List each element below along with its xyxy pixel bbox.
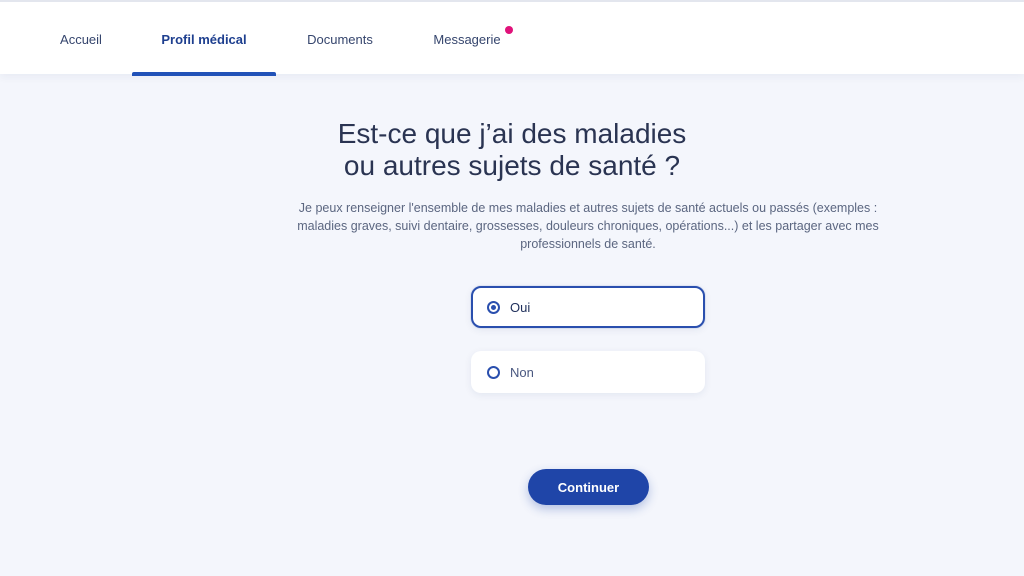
tab-profil-medical-label: Profil médical [161,31,247,47]
option-oui-label: Oui [510,299,531,315]
page-title: Est-ce que j’ai des maladies ou autres s… [312,118,712,182]
option-non[interactable]: Non [471,351,705,393]
tab-profil-medical[interactable]: Profil médical [132,2,276,76]
notification-dot-icon [505,26,513,34]
tab-messagerie[interactable]: Messagerie [420,2,514,76]
top-navigation: Accueil Profil médical Documents Message… [0,0,1024,76]
tab-accueil[interactable]: Accueil [40,2,122,76]
option-non-label: Non [510,364,534,380]
continue-button[interactable]: Continuer [528,469,649,505]
question-description: Je peux renseigner l'ensemble de mes mal… [297,201,879,251]
tab-documents-label: Documents [307,31,373,47]
option-oui[interactable]: Oui [471,286,705,328]
tab-documents[interactable]: Documents [290,2,390,76]
page-title-line-1: Est-ce que j’ai des maladies [337,118,687,149]
radio-checked-icon[interactable] [487,300,500,314]
page-title-line-2: ou autres sujets de santé ? [343,150,681,181]
tab-messagerie-label: Messagerie [433,31,501,47]
tab-accueil-label: Accueil [60,31,102,47]
radio-unchecked-icon[interactable] [487,365,500,379]
active-tab-indicator [132,72,276,76]
